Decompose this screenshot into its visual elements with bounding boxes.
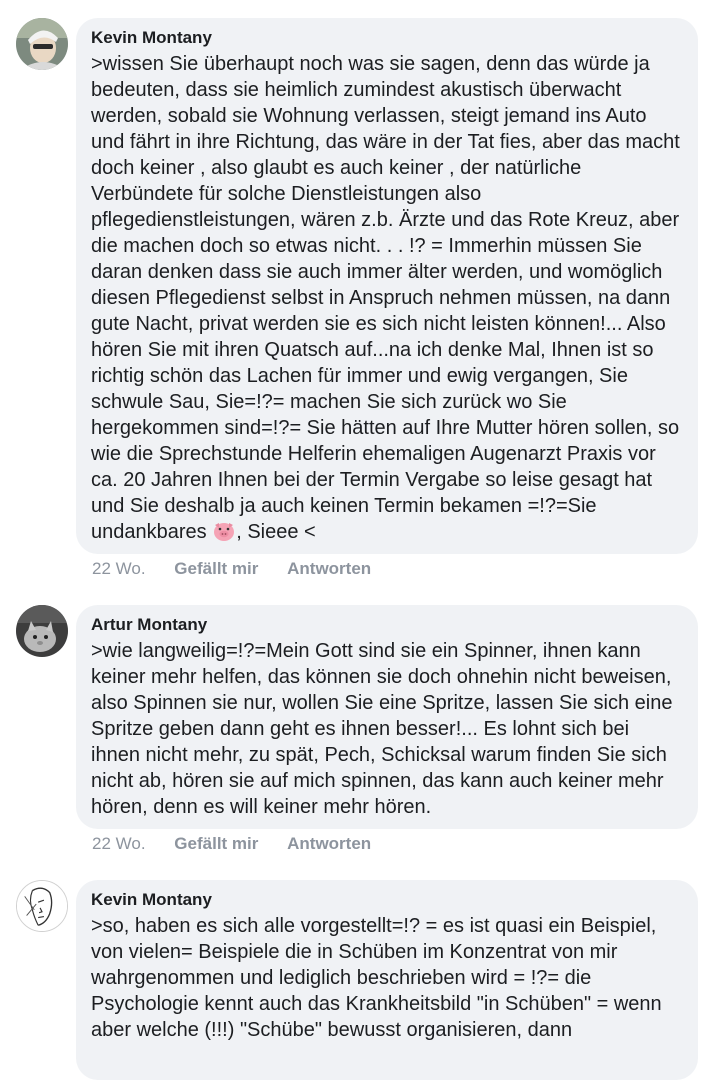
- reply-button[interactable]: Antworten: [287, 559, 371, 578]
- comment-author[interactable]: Kevin Montany: [91, 890, 683, 910]
- user-photo-icon: [16, 18, 68, 70]
- avatar[interactable]: [16, 18, 68, 70]
- comment-text: >wissen Sie überhaupt noch was sie sagen…: [91, 51, 683, 545]
- comment-bubble: Kevin Montany >wissen Sie überhaupt noch…: [76, 18, 698, 554]
- cat-photo-icon: [16, 605, 68, 657]
- comment-text-part: >wissen Sie überhaupt noch was sie sagen…: [91, 53, 680, 543]
- comment-text: >so, haben es sich alle vorgestellt=!? =…: [91, 915, 662, 1041]
- comment-bubble: Artur Montany >wie langweilig=!?=Mein Go…: [76, 605, 698, 829]
- avatar[interactable]: [16, 880, 68, 932]
- like-button[interactable]: Gefällt mir: [174, 559, 258, 578]
- like-button[interactable]: Gefällt mir: [174, 834, 258, 853]
- sketch-face-icon: [17, 881, 67, 931]
- comment-timestamp[interactable]: 22 Wo.: [92, 559, 146, 578]
- comment-text: >wie langweilig=!?=Mein Gott sind sie ei…: [91, 640, 673, 818]
- comment-timestamp[interactable]: 22 Wo.: [92, 834, 146, 853]
- pig-face-icon: [214, 523, 235, 541]
- comment-bubble: Kevin Montany >so, haben es sich alle vo…: [76, 880, 698, 1080]
- comment-text-part: , Sieee <: [236, 521, 316, 543]
- comment-actions: 22 Wo. Gefällt mir Antworten: [92, 834, 395, 854]
- reply-button[interactable]: Antworten: [287, 834, 371, 853]
- avatar[interactable]: [16, 605, 68, 657]
- comment-author[interactable]: Kevin Montany: [91, 28, 683, 48]
- comment-actions: 22 Wo. Gefällt mir Antworten: [92, 559, 395, 579]
- comment-author[interactable]: Artur Montany: [91, 615, 683, 635]
